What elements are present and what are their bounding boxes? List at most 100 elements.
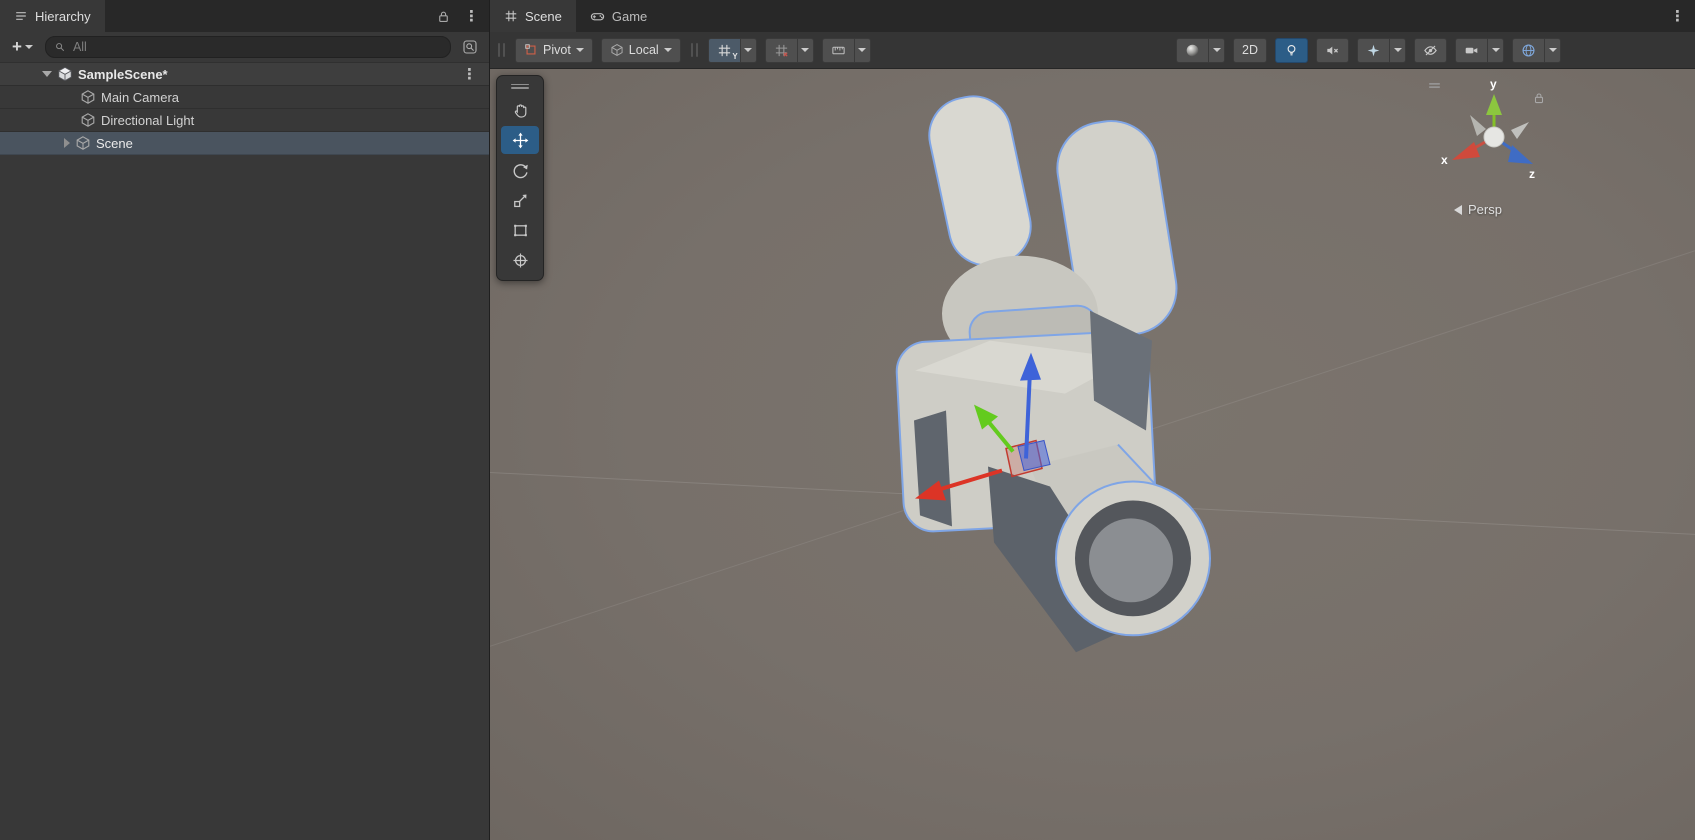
sparkle-icon (1366, 43, 1381, 58)
scene-lighting-button[interactable] (1275, 38, 1308, 63)
gizmo-plane-xy[interactable] (1018, 441, 1050, 471)
tool-view-hand[interactable] (501, 96, 539, 124)
gizmos-button[interactable] (1512, 38, 1545, 63)
2d-label: 2D (1242, 43, 1258, 57)
gizmo-center-ball[interactable] (1484, 127, 1504, 147)
rect-tool-icon (512, 222, 529, 239)
grid-visibility-button[interactable]: Y (708, 38, 741, 63)
hierarchy-menu-kebab-icon[interactable]: ⋮ (464, 9, 479, 24)
tab-game[interactable]: Game (576, 0, 661, 32)
tool-rect[interactable] (501, 216, 539, 244)
scene-menu-kebab-icon[interactable]: ⋮ (1670, 9, 1685, 24)
chevron-down-icon (664, 48, 672, 52)
hierarchy-header-actions: ⋮ (436, 0, 489, 32)
draw-mode-button[interactable] (1176, 38, 1209, 63)
chevron-down-icon (858, 48, 866, 52)
tool-rotate[interactable] (501, 156, 539, 184)
scene-grid-icon (504, 9, 518, 23)
open-search-window-button[interactable] (459, 37, 481, 57)
toggle-2d-button[interactable]: 2D (1233, 38, 1267, 63)
chevron-down-icon (744, 48, 752, 52)
chevron-expanded-icon[interactable] (42, 71, 52, 77)
increment-snap-button[interactable] (822, 38, 855, 63)
grid-snap-button[interactable] (765, 38, 798, 63)
grid-options-dropdown[interactable] (741, 38, 757, 63)
local-label: Local (629, 43, 659, 57)
tree-row-directional-light[interactable]: Directional Light (0, 109, 489, 132)
scene-toolbar: Pivot Local Y (490, 32, 1695, 69)
tree-row-scene-selected[interactable]: Scene (0, 132, 489, 155)
hierarchy-search[interactable] (45, 36, 451, 58)
indent-spacer (64, 115, 75, 125)
projection-toggle[interactable]: Persp (1454, 202, 1502, 217)
chevron-collapsed-icon[interactable] (64, 138, 70, 148)
grid-snap-group (765, 38, 814, 63)
cube-icon (75, 135, 91, 151)
tab-game-label: Game (612, 9, 647, 24)
search-window-icon (462, 39, 478, 55)
axis-z-cone[interactable] (1508, 145, 1533, 164)
scene-options-kebab-icon[interactable]: ⋮ (462, 67, 477, 82)
globe-icon (1521, 43, 1536, 58)
eye-off-icon (1423, 43, 1438, 58)
local-cube-icon (610, 43, 624, 57)
axis-negz-cone[interactable] (1470, 115, 1486, 136)
gizmos-dropdown[interactable] (1545, 38, 1561, 63)
scene-camera-button[interactable] (1455, 38, 1488, 63)
axis-y-cone[interactable] (1486, 94, 1502, 115)
scene-audio-button[interactable] (1316, 38, 1349, 63)
pivot-icon (524, 43, 538, 57)
effects-dropdown[interactable] (1390, 38, 1406, 63)
cube-icon (80, 112, 96, 128)
rotate-icon (512, 162, 529, 179)
tree-row-sample-scene[interactable]: SampleScene* ⋮ (0, 63, 489, 86)
increment-snap-dropdown[interactable] (855, 38, 871, 63)
orientation-gizmo[interactable]: y x z (1429, 72, 1559, 202)
tool-scale[interactable] (501, 186, 539, 214)
search-input[interactable] (71, 39, 442, 55)
tool-transform[interactable] (501, 246, 539, 274)
grid-axis-label: Y (732, 52, 737, 61)
tab-scene-label: Scene (525, 9, 562, 24)
tool-move[interactable] (501, 126, 539, 154)
chevron-down-icon (1394, 48, 1402, 52)
lock-icon[interactable] (436, 9, 451, 24)
selected-object-valve[interactable] (895, 89, 1210, 652)
scene-effects-button[interactable] (1357, 38, 1390, 63)
pivot-mode-button[interactable]: Pivot (515, 38, 593, 63)
scene-visibility-button[interactable] (1414, 38, 1447, 63)
scene-canvas[interactable]: y x z Persp (490, 69, 1695, 840)
transform-icon (512, 252, 529, 269)
panel-list-icon (14, 9, 28, 23)
hierarchy-tabbar: Hierarchy ⋮ (0, 0, 489, 32)
snap-options-dropdown[interactable] (798, 38, 814, 63)
create-object-button[interactable]: + (8, 38, 37, 56)
handle-rotation-button[interactable]: Local (601, 38, 681, 63)
camera-dropdown[interactable] (1488, 38, 1504, 63)
scene-view-panel: Scene Game ⋮ Pivot Local (489, 0, 1695, 840)
chevron-down-icon (1213, 48, 1221, 52)
persp-cone-icon (1454, 205, 1462, 215)
chevron-down-icon (801, 48, 809, 52)
toolbar-drag-handle[interactable] (691, 43, 698, 57)
scale-icon (512, 192, 529, 209)
tree-row-main-camera[interactable]: Main Camera (0, 86, 489, 109)
item-label: Main Camera (101, 90, 179, 105)
light-bulb-icon (1284, 43, 1299, 58)
tab-scene[interactable]: Scene (490, 0, 576, 32)
tab-hierarchy[interactable]: Hierarchy (0, 0, 105, 32)
toolbar-drag-handle[interactable] (498, 43, 505, 57)
axis-negx-cone[interactable] (1511, 122, 1529, 139)
camera-settings-group (1455, 38, 1504, 63)
scene-name-label: SampleScene* (78, 67, 168, 82)
axis-x-label: x (1441, 153, 1448, 167)
axis-x-cone[interactable] (1452, 142, 1480, 160)
unity-scene-icon (57, 66, 73, 82)
hierarchy-toolbar: + (0, 32, 489, 63)
draw-mode-group (1176, 38, 1225, 63)
grid-icon (717, 43, 732, 58)
draw-mode-dropdown[interactable] (1209, 38, 1225, 63)
scene-tabbar: Scene Game ⋮ (490, 0, 1695, 32)
orientation-gizmo-axes: y x z (1429, 72, 1559, 202)
overlay-drag-handle[interactable] (497, 80, 543, 92)
